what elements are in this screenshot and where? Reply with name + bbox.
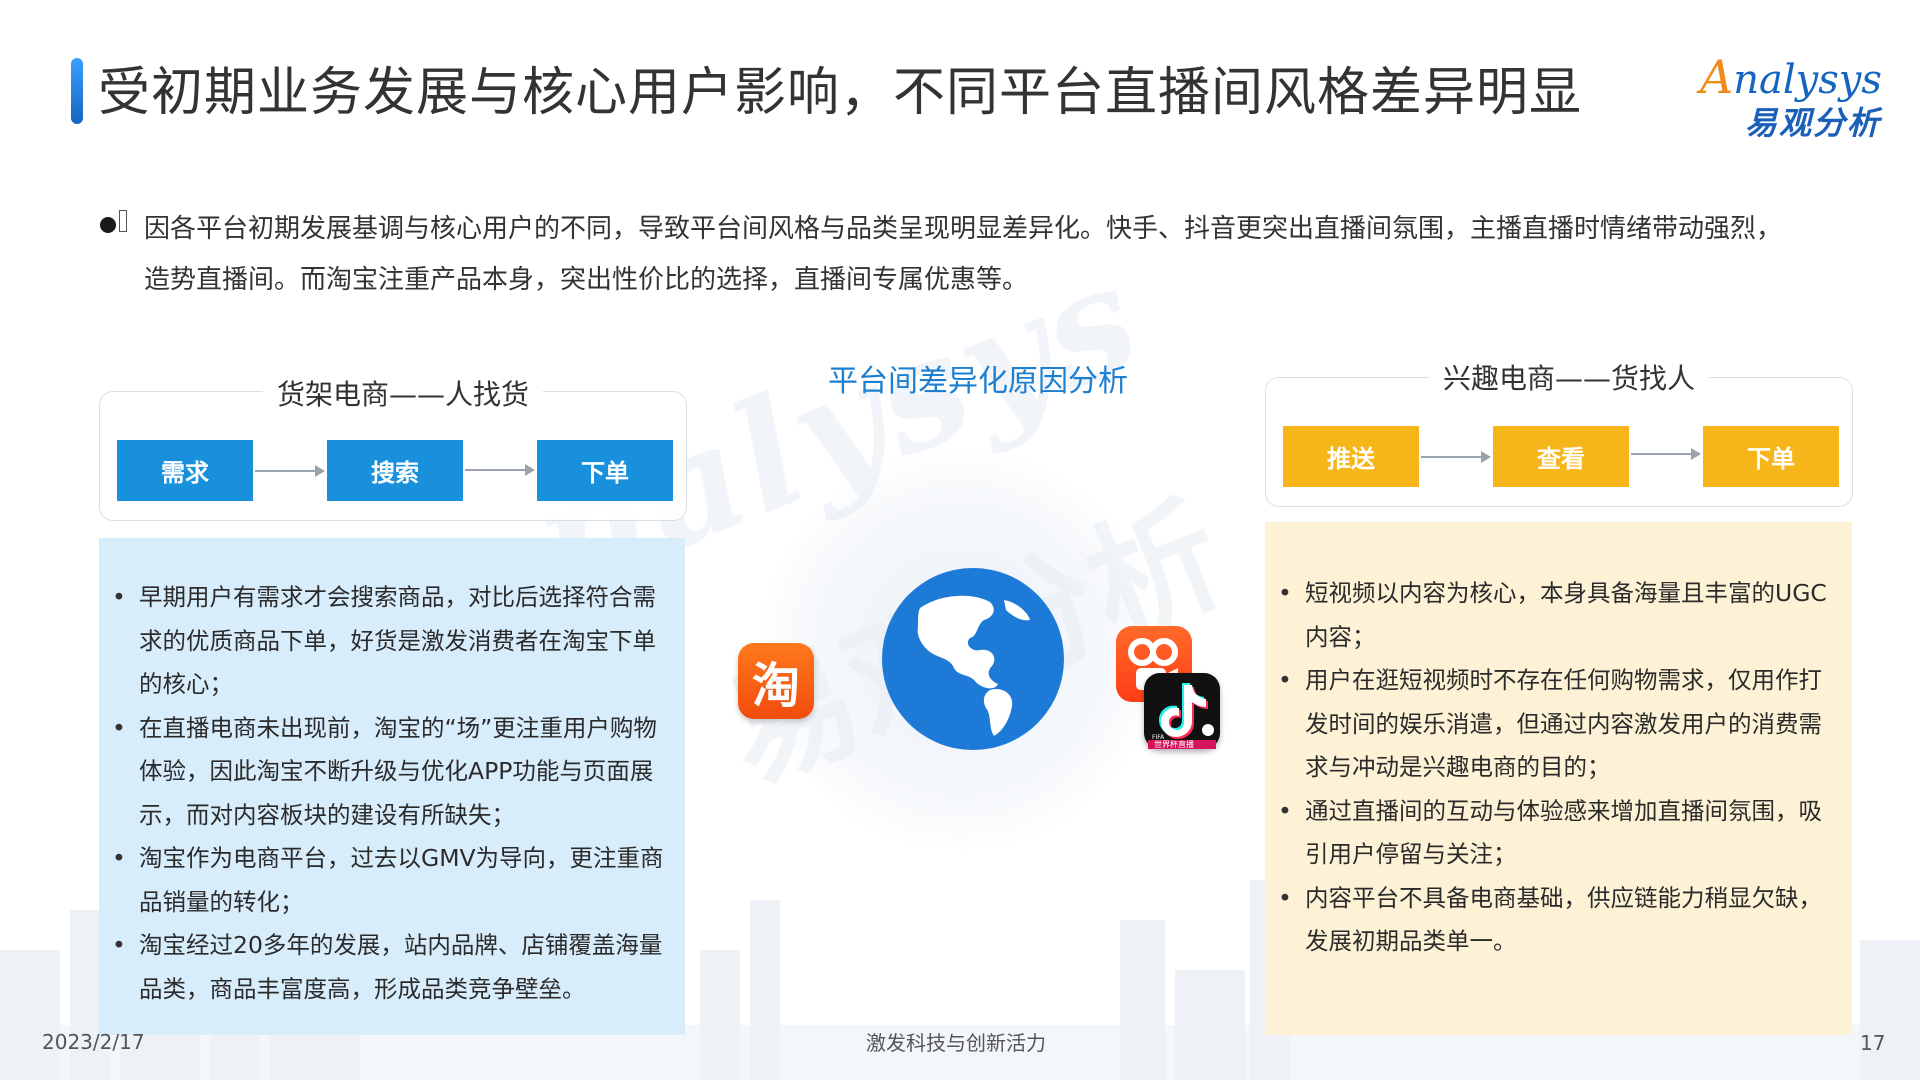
brand-logo-cn: 易观分析	[1745, 104, 1882, 142]
douyin-badge-label: 世界杯直播	[1154, 739, 1194, 749]
list-item: 用户在逛短视频时不存在任何购物需求，仅用作打发时间的娱乐消遣，但通过内容激发用户…	[1278, 659, 1838, 790]
brand-logo: Analysys	[1700, 50, 1882, 104]
interest-reasons-list: 短视频以内容为核心，本身具备海量且丰富的UGC内容； 用户在逛短视频时不存在任何…	[1278, 572, 1838, 964]
list-item: 淘宝作为电商平台，过去以GMV为导向，更注重商品销量的转化；	[112, 837, 671, 924]
douyin-app-icon: FIFA 世界杯直播	[1144, 673, 1220, 749]
bullet-dot-icon	[100, 217, 116, 233]
bullet-box-icon	[119, 210, 127, 232]
left-flow-title: 货架电商——人找货	[263, 373, 544, 413]
list-item: 早期用户有需求才会搜索商品，对比后选择符合需求的优质商品下单，好货是激发消费者在…	[112, 576, 671, 707]
globe-icon	[882, 568, 1064, 750]
arrow-icon	[465, 464, 535, 476]
list-item: 内容平台不具备电商基础，供应链能力稍显欠缺，发展初期品类单一。	[1278, 877, 1838, 964]
list-item: 通过直播间的互动与体验感来增加直播间氛围，吸引用户停留与关注；	[1278, 790, 1838, 877]
taobao-reasons-list: 早期用户有需求才会搜索商品，对比后选择符合需求的优质商品下单，好货是激发消费者在…	[112, 576, 671, 1011]
flow-step-view: 查看	[1493, 426, 1629, 487]
list-item: 在直播电商未出现前，淘宝的“场”更注重用户购物体验，因此淘宝不断升级与优化APP…	[112, 707, 671, 838]
douyin-logo-icon: FIFA 世界杯直播	[1148, 683, 1216, 749]
center-title: 平台间差异化原因分析	[828, 364, 1128, 399]
arrow-icon	[1421, 451, 1491, 463]
page-number: 17	[1860, 1031, 1886, 1055]
right-flow-title: 兴趣电商——货找人	[1429, 357, 1710, 397]
footer-slogan: 激发科技与创新活力	[866, 1031, 1046, 1055]
interest-ecommerce-panel: 短视频以内容为核心，本身具备海量且丰富的UGC内容； 用户在逛短视频时不存在任何…	[1265, 522, 1852, 1035]
arrow-icon	[255, 465, 325, 477]
title-accent-bar	[71, 58, 83, 124]
taobao-reasons-panel: 早期用户有需求才会搜索商品，对比后选择符合需求的优质商品下单，好货是激发消费者在…	[99, 538, 685, 1035]
intro-paragraph: 因各平台初期发展基调与核心用户的不同，导致平台间风格与品类呈现明显差异化。快手、…	[144, 214, 1783, 295]
list-item: 淘宝经过20多年的发展，站内品牌、店铺覆盖海量品类，商品丰富度高，形成品类竞争壁…	[112, 924, 671, 1011]
flow-step-demand: 需求	[117, 440, 253, 501]
list-item: 短视频以内容为核心，本身具备海量且丰富的UGC内容；	[1278, 572, 1838, 659]
footer-date: 2023/2/17	[42, 1030, 145, 1054]
flow-step-order: 下单	[1703, 426, 1839, 487]
taobao-app-icon: 淘	[738, 643, 814, 719]
arrow-icon	[1631, 448, 1701, 460]
flow-step-search: 搜索	[327, 440, 463, 501]
page-title: 受初期业务发展与核心用户影响，不同平台直播间风格差异明显	[98, 63, 1583, 123]
flow-step-order: 下单	[537, 440, 673, 501]
flow-step-push: 推送	[1283, 426, 1419, 487]
